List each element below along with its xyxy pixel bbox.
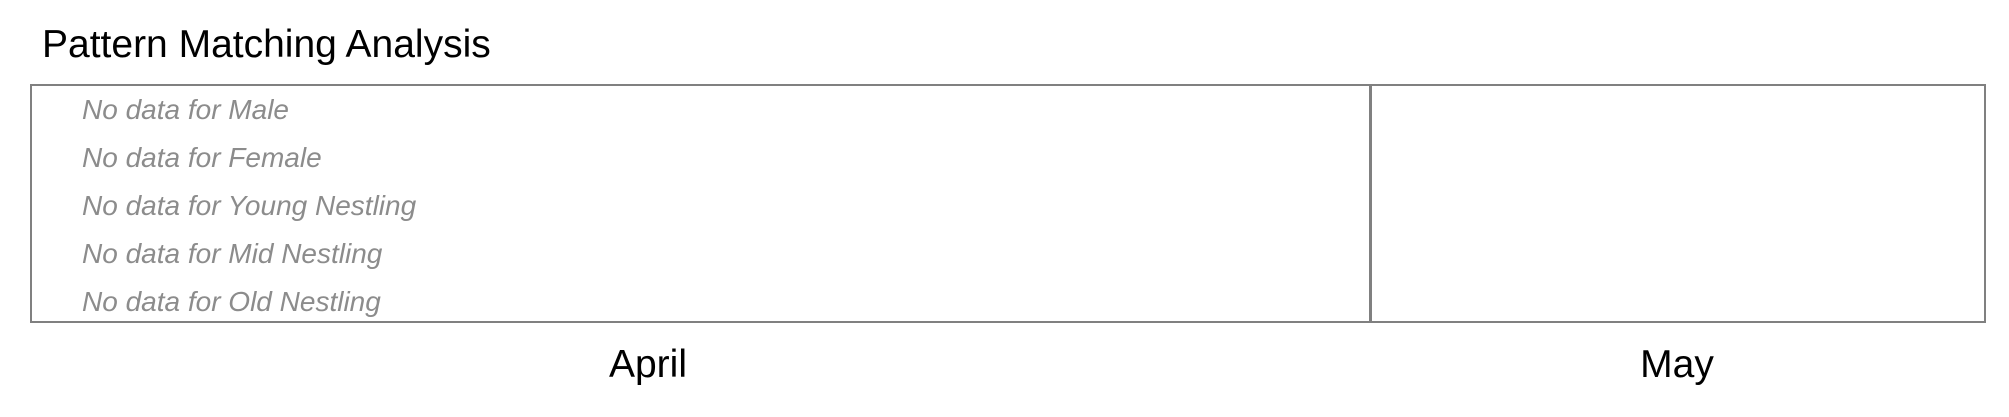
no-data-message-male: No data for Male [82, 94, 289, 125]
no-data-message-female: No data for Female [82, 142, 322, 173]
no-data-list: No data for Male No data for Female No d… [82, 86, 416, 326]
no-data-message-mid-nestling: No data for Mid Nestling [82, 238, 383, 269]
month-label-april: April [608, 343, 688, 386]
plot-area: No data for Male No data for Female No d… [30, 84, 1986, 323]
no-data-message-old-nestling: No data for Old Nestling [82, 286, 381, 317]
no-data-message-young-nestling: No data for Young Nestling [82, 190, 417, 221]
chart-title: Pattern Matching Analysis [42, 23, 491, 66]
panel-divider [1369, 86, 1372, 321]
month-label-may: May [1640, 343, 1714, 386]
